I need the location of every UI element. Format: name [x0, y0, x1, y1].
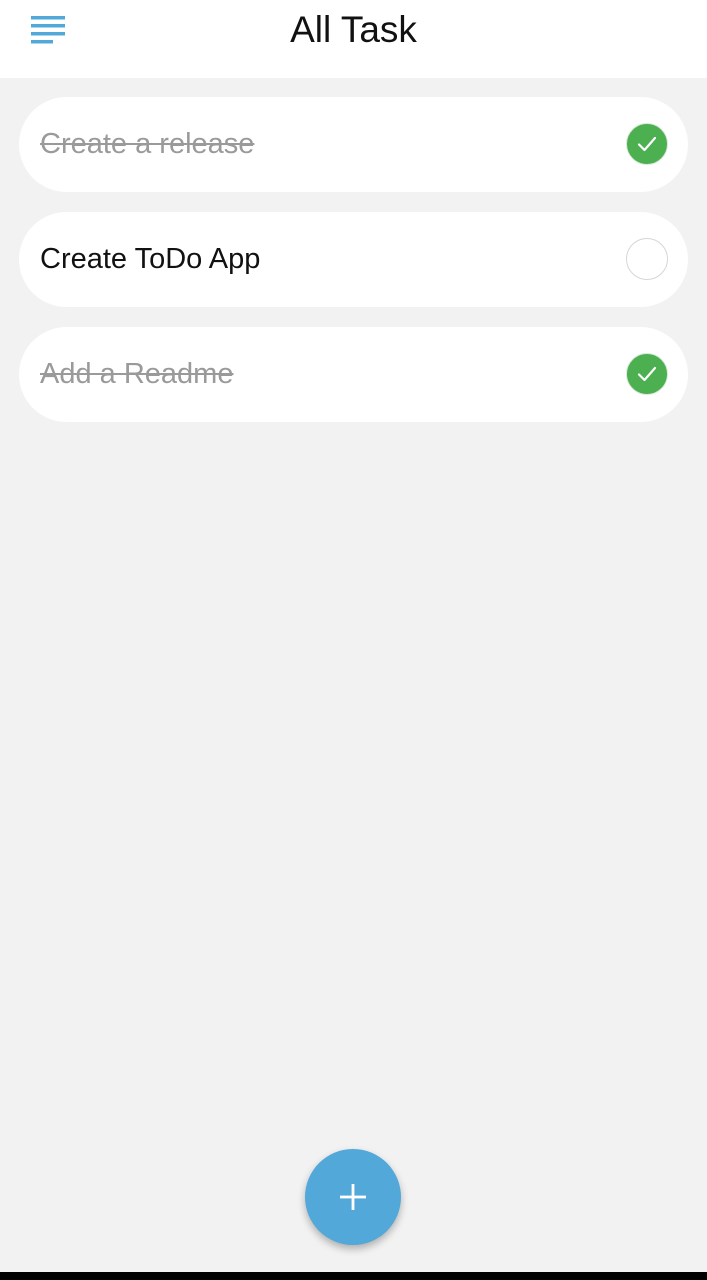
task-item[interactable]: Add a Readme — [19, 327, 688, 422]
task-item[interactable]: Create a release — [19, 97, 688, 192]
task-checkbox[interactable] — [626, 123, 668, 165]
add-task-button[interactable] — [305, 1149, 401, 1245]
task-checkbox[interactable] — [626, 353, 668, 395]
task-checkbox[interactable] — [626, 238, 668, 280]
task-item[interactable]: Create ToDo App — [19, 212, 688, 307]
checkmark-icon — [637, 366, 657, 382]
app-header: All Task — [0, 0, 707, 78]
task-label: Add a Readme — [40, 358, 234, 390]
system-nav-bar — [0, 1272, 707, 1280]
task-label: Create ToDo App — [40, 243, 261, 275]
task-label: Create a release — [40, 128, 255, 160]
plus-icon — [340, 1184, 366, 1210]
checkmark-icon — [637, 136, 657, 152]
task-list: Create a release Create ToDo App Add a R… — [19, 97, 688, 442]
page-title: All Task — [290, 9, 417, 50]
